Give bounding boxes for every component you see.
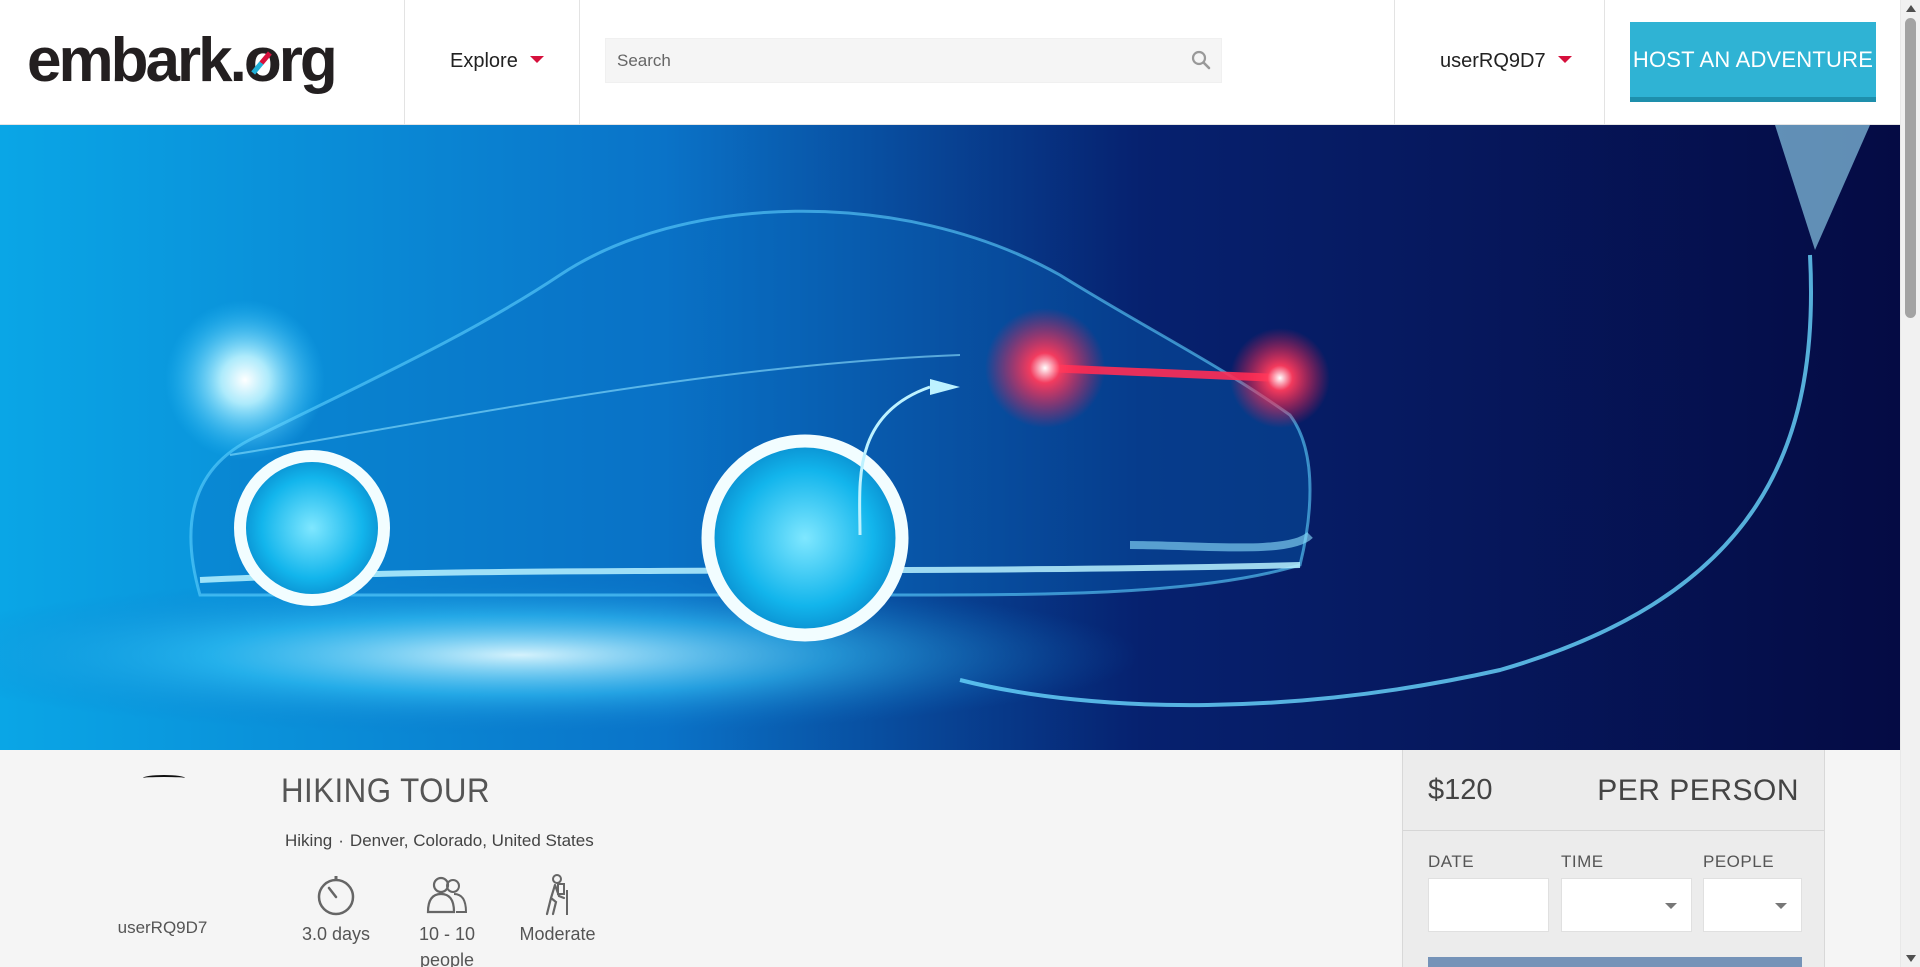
caret-down-icon xyxy=(1557,56,1572,64)
listing-location: Denver, Colorado, United States xyxy=(349,831,594,850)
people-label: PEOPLE xyxy=(1703,852,1775,871)
electric-car-illustration xyxy=(0,125,1900,750)
site-header: embark.org Explore userRQ9D7 HOST AN ADV… xyxy=(0,0,1900,125)
search-icon[interactable] xyxy=(1191,50,1211,70)
header-divider xyxy=(579,0,580,125)
site-logo[interactable]: embark.org xyxy=(27,26,338,96)
stopwatch-icon xyxy=(317,876,355,916)
meta-separator: · xyxy=(338,831,344,850)
host-adventure-button[interactable]: HOST AN ADVENTURE xyxy=(1630,22,1876,102)
duration-stat: 3.0 days xyxy=(296,874,376,947)
logo-text-left: embark. xyxy=(27,26,247,95)
difficulty-label: Moderate xyxy=(519,924,596,944)
dropdown-arrow-icon xyxy=(1665,903,1677,909)
host-name[interactable]: userRQ9D7 xyxy=(100,918,225,938)
header-divider xyxy=(1604,0,1605,125)
header-divider xyxy=(1394,0,1395,125)
date-field[interactable] xyxy=(1428,878,1549,932)
search-box xyxy=(605,38,1222,83)
price-row: $120 PER PERSON xyxy=(1403,750,1824,831)
duration-label: 3.0 days xyxy=(301,924,371,944)
people-icon xyxy=(426,876,468,914)
header-divider xyxy=(404,0,405,125)
listing-title: HIKING TOUR xyxy=(281,772,490,810)
vertical-scrollbar[interactable] xyxy=(1900,0,1920,967)
caret-down-icon xyxy=(529,56,544,64)
people-select[interactable] xyxy=(1703,878,1802,932)
logo-text-right: rg xyxy=(278,26,338,95)
time-label: TIME xyxy=(1561,852,1604,871)
user-menu-label: userRQ9D7 xyxy=(1440,50,1546,72)
difficulty-stat: Moderate xyxy=(515,874,600,947)
explore-menu[interactable]: Explore xyxy=(450,50,544,73)
date-label: DATE xyxy=(1428,852,1475,871)
booking-panel: $120 PER PERSON DATE TIME PEOPLE xyxy=(1402,750,1825,967)
host-avatar[interactable] xyxy=(143,775,185,781)
hero-image xyxy=(0,125,1900,750)
listing-category: Hiking xyxy=(285,831,333,850)
explore-label: Explore xyxy=(450,50,518,72)
scroll-thumb[interactable] xyxy=(1905,18,1916,318)
time-select[interactable] xyxy=(1561,878,1692,932)
scroll-up-arrow-icon[interactable] xyxy=(1906,5,1916,12)
group-size-stat: 10 - 10 people xyxy=(407,874,487,967)
search-input[interactable] xyxy=(606,39,1221,82)
price: $120 xyxy=(1428,774,1493,806)
book-button[interactable] xyxy=(1428,957,1802,967)
group-size-label: 10 - 10 people xyxy=(418,924,476,967)
hiker-icon xyxy=(545,874,568,916)
scroll-down-arrow-icon[interactable] xyxy=(1906,955,1916,962)
dropdown-arrow-icon xyxy=(1775,903,1787,909)
price-unit: PER PERSON xyxy=(1597,774,1799,807)
user-menu[interactable]: userRQ9D7 xyxy=(1440,50,1572,73)
listing-meta: Hiking · Denver, Colorado, United States xyxy=(285,831,594,851)
compass-icon: o xyxy=(244,26,282,96)
